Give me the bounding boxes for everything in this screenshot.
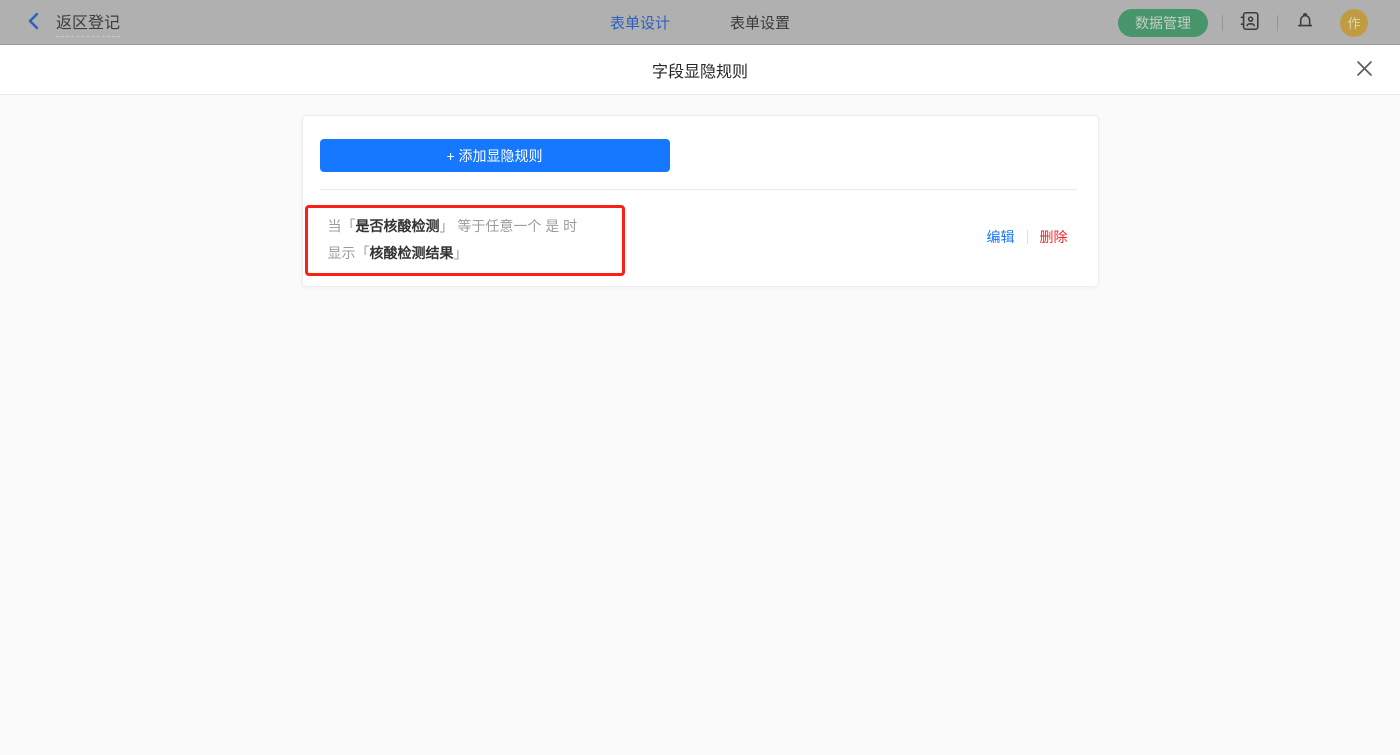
data-manage-button[interactable]: 数据管理 [1118, 8, 1208, 37]
field-visibility-rules-modal: 字段显隐规则 + 添加显隐规则 当「是否核酸检测」 等于任意一个 是 时 显示「… [0, 45, 1400, 755]
form-title[interactable]: 返区登记 [56, 9, 121, 37]
edit-rule-link[interactable]: 编辑 [987, 227, 1015, 247]
topbar-left: 返区登记 [22, 0, 121, 45]
delete-rule-link[interactable]: 删除 [1040, 227, 1068, 247]
modal-header: 字段显隐规则 [0, 45, 1400, 95]
contacts-button[interactable] [1237, 10, 1263, 36]
rule-when-suffix: 」 等于任意一个 是 时 [439, 218, 578, 234]
divider [1277, 14, 1278, 31]
topbar-tabs: 表单设计 表单设置 [610, 0, 790, 45]
back-button[interactable] [22, 11, 46, 35]
bell-icon [1294, 10, 1316, 35]
add-rule-button[interactable]: + 添加显隐规则 [319, 139, 670, 172]
rule-condition-field: 是否核酸检测 [355, 218, 440, 234]
rule-actions: 编辑 删除 [987, 227, 1068, 247]
divider [1222, 14, 1223, 31]
rules-card: + 添加显隐规则 当「是否核酸检测」 等于任意一个 是 时 显示「核酸检测结果」… [301, 115, 1099, 287]
screen: 返区登记 表单设计 表单设置 数据管理 作 字段显隐规则 + 添加显隐规则 当「… [0, 0, 1400, 755]
modal-body: + 添加显隐规则 当「是否核酸检测」 等于任意一个 是 时 显示「核酸检测结果」… [0, 95, 1400, 287]
avatar[interactable]: 作 [1340, 8, 1368, 37]
tab-form-settings[interactable]: 表单设置 [730, 12, 790, 33]
tab-form-design[interactable]: 表单设计 [610, 12, 670, 33]
topbar-right: 数据管理 作 [1118, 0, 1368, 45]
close-icon [1356, 60, 1373, 80]
rule-show-prefix: 显示「 [327, 245, 370, 261]
rule-row: 当「是否核酸检测」 等于任意一个 是 时 显示「核酸检测结果」 编辑 删除 [303, 190, 1098, 276]
close-button[interactable] [1352, 58, 1376, 82]
rule-highlight-box: 当「是否核酸检测」 等于任意一个 是 时 显示「核酸检测结果」 [304, 205, 625, 276]
rule-show-suffix: 」 [453, 245, 468, 261]
rule-when-prefix: 当「 [327, 218, 356, 234]
contacts-icon [1239, 10, 1261, 35]
notifications-button[interactable] [1292, 10, 1318, 36]
rule-result-line: 显示「核酸检测结果」 [328, 240, 612, 267]
topbar: 返区登记 表单设计 表单设置 数据管理 作 [0, 0, 1400, 45]
rule-target-field: 核酸检测结果 [369, 245, 454, 261]
rule-condition-line: 当「是否核酸检测」 等于任意一个 是 时 [328, 213, 612, 240]
modal-title: 字段显隐规则 [651, 64, 748, 81]
chevron-left-icon [26, 12, 42, 33]
divider [1026, 230, 1028, 244]
